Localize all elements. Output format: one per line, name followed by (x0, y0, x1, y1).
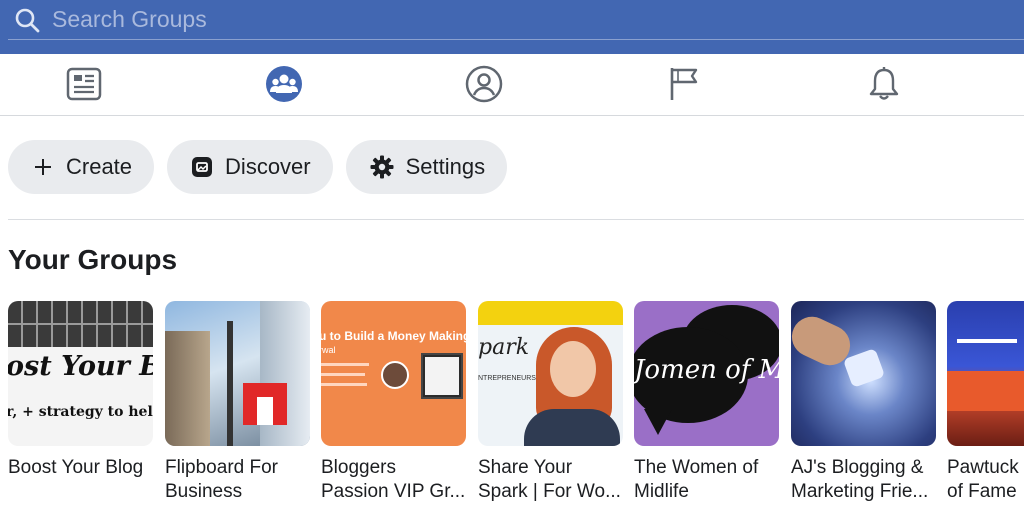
building-graphic (165, 331, 210, 446)
puzzle-piece-graphic (842, 348, 886, 388)
laptop-screen-graphic (425, 357, 459, 395)
settings-label: Settings (405, 154, 486, 179)
group-card-share-your-spark[interactable]: park NTREPRENEURS Share Your Spark | For… (478, 301, 623, 504)
tab-notifications[interactable] (864, 64, 904, 104)
profile-icon (465, 65, 503, 103)
group-name-line: Boost Your Blog (8, 457, 144, 478)
group-thumbnail[interactable] (791, 301, 936, 446)
section-title: Your Groups (8, 244, 178, 275)
bell-icon (869, 67, 899, 100)
gear-icon (370, 155, 394, 179)
tab-profile[interactable] (464, 64, 504, 104)
group-thumbnail[interactable]: park NTREPRENEURS (478, 301, 623, 446)
pole-graphic (227, 321, 233, 446)
tab-pages[interactable] (664, 64, 704, 104)
news-feed-icon (66, 67, 102, 101)
group-card-flipboard-for-business[interactable]: Flipboard For Business (165, 301, 310, 504)
group-name-line: Spark | For Wo... (478, 481, 621, 502)
tab-groups[interactable] (264, 64, 304, 104)
thumbnail-text: Jomen of M (634, 355, 779, 385)
group-card-boost-your-blog[interactable]: ost Your B r, + strategy to help Boost Y… (8, 301, 153, 480)
group-thumbnail[interactable]: Jomen of M (634, 301, 779, 446)
group-name-line: Marketing Frie... (791, 481, 929, 502)
group-thumbnail[interactable]: u to Build a Money Making rwal (321, 301, 466, 446)
group-name-line: AJ's Blogging & (791, 457, 924, 478)
search-icon (15, 8, 40, 32)
search-input[interactable]: Search Groups (8, 0, 1024, 40)
group-name[interactable]: Share Your Spark | For Wo... (478, 456, 623, 504)
group-name[interactable]: The Women of Midlife (634, 456, 779, 504)
create-button[interactable]: Create (8, 140, 155, 194)
flag-icon (670, 68, 698, 100)
group-name-line: Business (165, 481, 243, 502)
group-name[interactable]: Boost Your Blog (8, 456, 153, 480)
thumbnail-text: park (478, 335, 530, 360)
settings-button[interactable]: Settings (345, 140, 508, 194)
groups-icon (266, 66, 302, 102)
thumbnail-bullet-graphic (321, 373, 365, 376)
group-thumbnail[interactable] (947, 301, 1024, 446)
group-name-line: The Women of (634, 457, 759, 478)
group-card-pawtucket[interactable]: Pawtuck of Fame (947, 301, 1024, 504)
group-name[interactable]: AJ's Blogging & Marketing Frie... (791, 456, 936, 504)
divider (8, 219, 1024, 220)
thumbnail-text: u to Build a Money Making (321, 329, 466, 343)
thumbnail-text: ost Your B (8, 351, 153, 382)
yellow-banner-graphic (478, 301, 623, 325)
group-name[interactable]: Pawtuck of Fame (947, 456, 1024, 504)
avatar (381, 361, 409, 389)
group-name-line: Midlife (634, 481, 689, 502)
thumbnail-subtext: NTREPRENEURS (478, 375, 536, 382)
action-bar: Create Discover Settings (8, 140, 508, 194)
thumbnail-subtext: r, + strategy to help (8, 404, 153, 420)
group-card-ajs-blogging[interactable]: AJ's Blogging & Marketing Frie... (791, 301, 936, 504)
tab-news-feed[interactable] (64, 64, 104, 104)
group-name-line: Pawtuck (947, 457, 1019, 478)
plus-icon (35, 159, 51, 175)
lights-graphic (957, 339, 1017, 343)
group-card-bloggers-passion-vip[interactable]: u to Build a Money Making rwal Bloggers … (321, 301, 466, 504)
discover-label: Discover (225, 154, 311, 179)
group-name[interactable]: Bloggers Passion VIP Gr... (321, 456, 466, 504)
group-thumbnail[interactable]: ost Your B r, + strategy to help (8, 301, 153, 446)
group-name[interactable]: Flipboard For Business (165, 456, 310, 504)
keyboard-row-graphic (8, 323, 153, 325)
thumbnail-bullet-graphic (321, 383, 367, 386)
search-placeholder: Search Groups (52, 6, 207, 32)
thumbnail-bullet-graphic (321, 363, 369, 366)
groups-carousel[interactable]: ost Your B r, + strategy to help Boost Y… (8, 301, 1024, 512)
person-body-graphic (524, 409, 620, 446)
speech-bubble-tail-graphic (644, 409, 672, 435)
thumbnail-subtext: rwal (321, 345, 336, 355)
discover-icon (192, 157, 213, 177)
group-thumbnail[interactable] (165, 301, 310, 446)
discover-button[interactable]: Discover (167, 140, 333, 194)
search-bar: Search Groups (0, 0, 1024, 54)
group-name-line: Passion VIP Gr... (321, 481, 466, 502)
flipboard-logo-graphic (257, 397, 273, 425)
group-name-line: of Fame (947, 481, 1017, 502)
tab-bar (0, 54, 1024, 116)
building-graphic (947, 371, 1024, 411)
person-face-graphic (550, 341, 596, 397)
group-name-line: Share Your (478, 457, 573, 478)
group-card-women-of-midlife[interactable]: Jomen of M The Women of Midlife (634, 301, 779, 504)
group-name-line: Bloggers (321, 457, 396, 478)
create-label: Create (66, 154, 133, 179)
group-name-line: Flipboard For (165, 457, 278, 478)
